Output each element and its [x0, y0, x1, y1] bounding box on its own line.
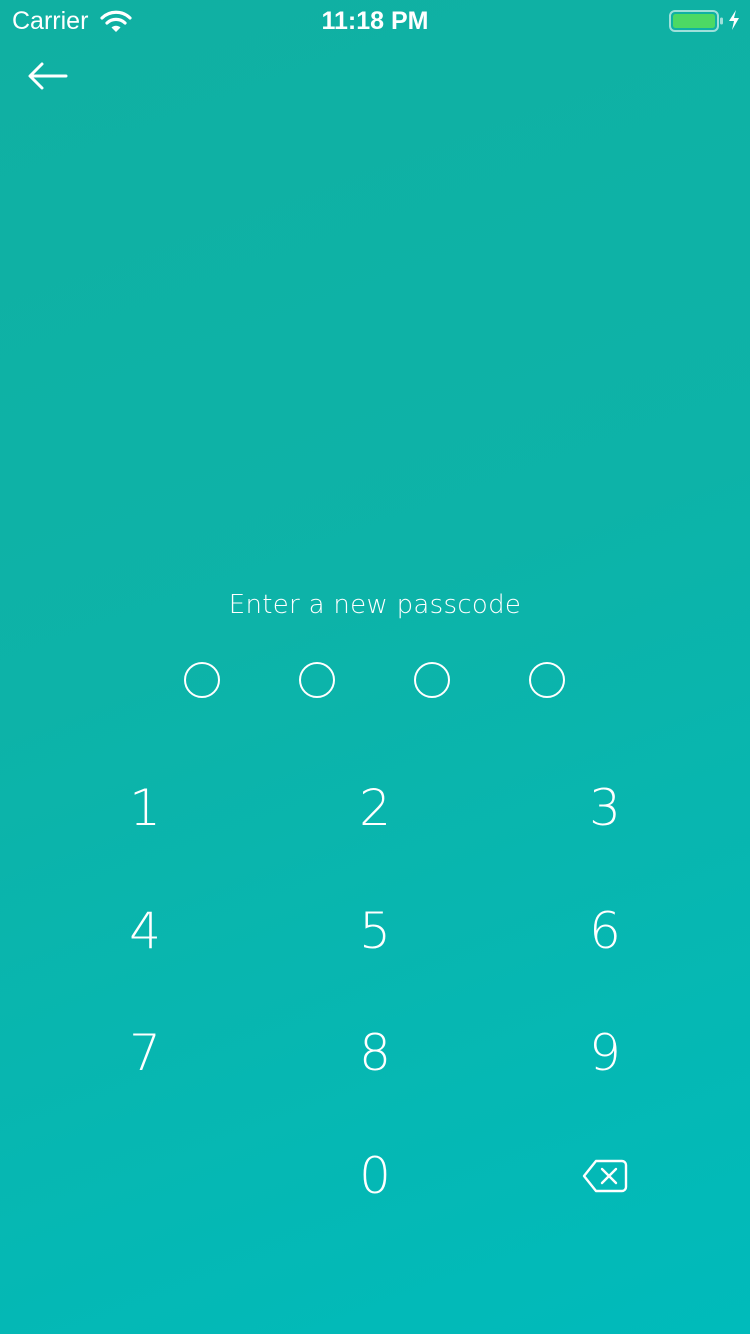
passcode-dot: [529, 662, 565, 698]
passcode-dot: [299, 662, 335, 698]
key-7[interactable]: 7: [85, 998, 205, 1108]
backspace-icon: [582, 1159, 628, 1193]
passcode-dot: [414, 662, 450, 698]
passcode-dots: [0, 662, 750, 702]
back-button[interactable]: [22, 54, 74, 98]
keypad: 1 2 3 4 5 6 7 8 9 0: [0, 748, 750, 1240]
key-2[interactable]: 2: [315, 753, 435, 863]
arrow-left-icon: [22, 54, 74, 98]
key-4[interactable]: 4: [85, 876, 205, 986]
key-3[interactable]: 3: [545, 753, 665, 863]
key-1[interactable]: 1: [85, 753, 205, 863]
key-6[interactable]: 6: [545, 876, 665, 986]
key-9[interactable]: 9: [545, 998, 665, 1108]
status-time: 11:18 PM: [321, 7, 429, 35]
key-0[interactable]: 0: [315, 1121, 435, 1231]
key-8[interactable]: 8: [315, 998, 435, 1108]
key-5[interactable]: 5: [315, 876, 435, 986]
passcode-prompt: Enter a new passcode: [228, 590, 522, 620]
charging-icon: [727, 8, 741, 32]
status-bar: Carrier 11:18 PM: [0, 0, 750, 40]
passcode-dot: [184, 662, 220, 698]
delete-button[interactable]: [545, 1121, 665, 1231]
battery-icon: [669, 9, 725, 33]
